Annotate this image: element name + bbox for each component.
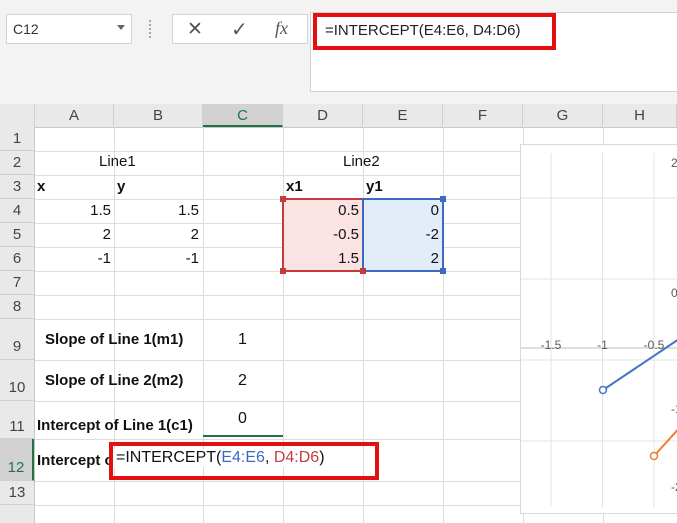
row-header-12[interactable]: 12 <box>0 439 34 481</box>
chart-y-tick-label: -1 <box>671 402 677 416</box>
cell-line2-title[interactable]: Line2 <box>343 153 380 170</box>
function-icon: fx <box>275 18 288 38</box>
copy-indicator <box>203 435 283 437</box>
formula-highlight-box <box>313 13 556 50</box>
range-handle[interactable] <box>440 268 446 274</box>
row-header-9[interactable]: 9 <box>0 319 34 360</box>
name-box-value: C12 <box>13 21 39 37</box>
row-header-6[interactable]: 6 <box>0 247 34 271</box>
cell-intercept1-label[interactable]: Intercept of Line 1(c1) <box>37 417 193 434</box>
cell-b4[interactable]: 1.5 <box>115 202 199 219</box>
chevron-down-icon[interactable] <box>117 25 125 30</box>
column-header-b[interactable]: B <box>114 104 203 127</box>
cell-slope2-value[interactable]: 2 <box>238 372 247 390</box>
close-icon: ✕ <box>187 19 203 40</box>
cell-y1-header[interactable]: y1 <box>366 178 383 195</box>
row-header-10[interactable]: 10 <box>0 360 34 401</box>
cell-y-header[interactable]: y <box>117 178 125 195</box>
chart-series-line <box>653 429 677 457</box>
cell-e4[interactable]: 0 <box>364 202 439 219</box>
chart-plot: -1.5-1-0.520-1-2 <box>521 116 677 507</box>
cell-d6[interactable]: 1.5 <box>284 250 359 267</box>
chart-x-tick-label: -1 <box>597 338 608 352</box>
row-header-7[interactable]: 7 <box>0 271 34 295</box>
chart-point <box>598 385 608 395</box>
cell-b6[interactable]: -1 <box>115 250 199 267</box>
cell-intercept1-value[interactable]: 0 <box>238 410 247 428</box>
range-handle[interactable] <box>440 196 446 202</box>
insert-function-button[interactable]: fx <box>263 15 303 43</box>
chart[interactable]: -1.5-1-0.520-1-2 <box>520 116 677 514</box>
row-headers: 1 2 3 4 5 6 7 8 9 10 11 12 13 <box>0 127 35 523</box>
column-header-e[interactable]: E <box>363 104 443 127</box>
column-header-d[interactable]: D <box>283 104 363 127</box>
column-header-h[interactable]: H <box>603 104 677 127</box>
cell-intercept2-label[interactable]: Intercept of <box>37 452 119 469</box>
cancel-button[interactable]: ✕ <box>175 15 215 43</box>
cell-e6[interactable]: 2 <box>364 250 439 267</box>
cell-a4[interactable]: 1.5 <box>36 202 111 219</box>
column-header-f[interactable]: F <box>443 104 523 127</box>
range-handle[interactable] <box>280 268 286 274</box>
cell-x-header[interactable]: x <box>37 178 45 195</box>
cell-b5[interactable]: 2 <box>115 226 199 243</box>
cell-d5[interactable]: -0.5 <box>284 226 359 243</box>
cell-e5[interactable]: -2 <box>364 226 439 243</box>
formula-buttons: ✕ ✓ fx <box>172 14 308 44</box>
row-header-5[interactable]: 5 <box>0 223 34 247</box>
column-header-g[interactable]: G <box>523 104 603 127</box>
name-box[interactable]: C12 <box>6 14 132 44</box>
chart-x-tick-label: -1.5 <box>541 338 562 352</box>
cell-x1-header[interactable]: x1 <box>286 178 303 195</box>
column-headers: A B C D E F G H <box>0 104 677 128</box>
row-header-1[interactable]: 1 <box>0 127 34 151</box>
column-header-a[interactable]: A <box>35 104 114 127</box>
enter-button[interactable]: ✓ <box>219 15 259 43</box>
cell-slope2-label[interactable]: Slope of Line 2(m2) <box>45 372 183 389</box>
row-header-11[interactable]: 11 <box>0 401 34 439</box>
row-header-2[interactable]: 2 <box>0 151 34 175</box>
row-header-3[interactable]: 3 <box>0 175 34 199</box>
range-handle[interactable] <box>360 268 366 274</box>
check-icon: ✓ <box>231 19 248 41</box>
cell-line1-title[interactable]: Line1 <box>99 153 136 170</box>
chart-y-tick-label: 2 <box>671 156 677 170</box>
formula-bar-area: C12 ✕ ✓ fx =INTERCEPT(E4:E6, D4:D6) <box>0 0 677 104</box>
row-header-8[interactable]: 8 <box>0 295 34 319</box>
cell-a6[interactable]: -1 <box>36 250 111 267</box>
cell-highlight-box <box>109 442 379 480</box>
cell-slope1-value[interactable]: 1 <box>238 331 247 349</box>
drag-handle-icon[interactable] <box>149 20 151 38</box>
chart-point <box>649 451 659 461</box>
row-header-4[interactable]: 4 <box>0 199 34 223</box>
row-header-13[interactable]: 13 <box>0 481 34 505</box>
chart-y-tick-label: -2 <box>671 480 677 494</box>
cell-slope1-label[interactable]: Slope of Line 1(m1) <box>45 331 183 348</box>
cell-a5[interactable]: 2 <box>36 226 111 243</box>
column-header-c[interactable]: C <box>203 104 283 127</box>
chart-y-tick-label: 0 <box>671 286 677 300</box>
select-all-corner[interactable] <box>0 104 35 127</box>
cell-d4[interactable]: 0.5 <box>284 202 359 219</box>
